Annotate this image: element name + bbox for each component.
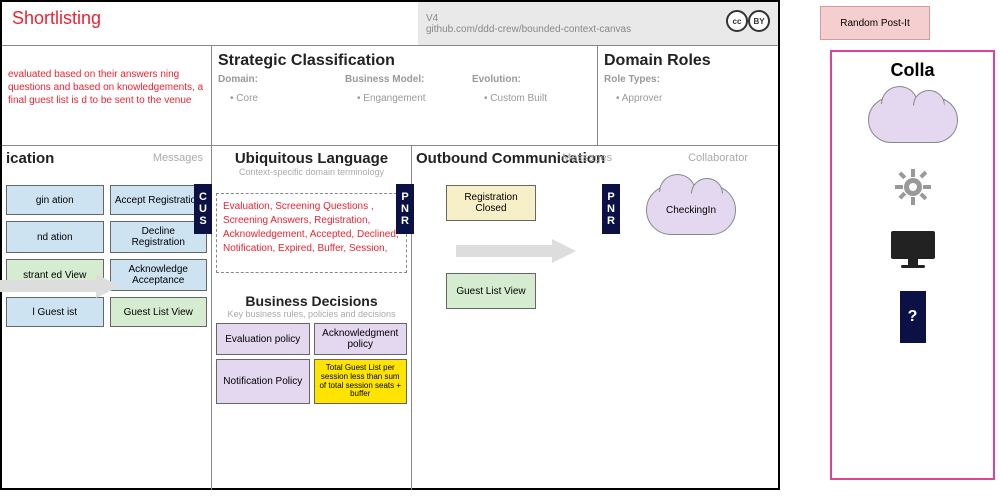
collab-panel-title: Colla: [840, 60, 985, 81]
ubiq-title: Ubiquitous Language: [216, 150, 407, 167]
canvas-title: Shortlisting: [12, 8, 408, 29]
card-guest-list[interactable]: l Guest ist: [6, 297, 104, 327]
pnr-bar-1: PNR: [396, 184, 414, 234]
ubiq-subtitle: Context-specific domain terminology: [216, 167, 407, 177]
card-buffer-rule[interactable]: Total Guest List per session less than s…: [314, 359, 408, 404]
role-types-label: Role Types:: [604, 74, 772, 85]
inbound-title: ication: [6, 150, 54, 167]
collaborator-panel: Colla ?: [830, 50, 995, 480]
domain-value: Core: [230, 93, 337, 104]
role-approver: Approver: [616, 93, 772, 104]
cloud-icon: [868, 97, 958, 143]
card-registration-closed[interactable]: Registration Closed: [446, 185, 536, 221]
card-end-registration[interactable]: nd ation: [6, 221, 104, 253]
evolution-label: Evolution:: [472, 74, 591, 85]
roles-title: Domain Roles: [604, 52, 772, 70]
card-accept-registration[interactable]: Accept Registration: [110, 185, 208, 215]
monitor-icon: [891, 231, 935, 267]
ubiquitous-language-column: Ubiquitous Language Context-specific dom…: [212, 146, 412, 490]
classification-row: evaluated based on their answers ning qu…: [2, 46, 778, 146]
outbound-area: Registration Closed Guest List View Chec…: [416, 185, 774, 309]
domain-roles: Domain Roles Role Types: Approver: [598, 46, 778, 145]
pnr-bar-2: PNR: [602, 184, 620, 234]
card-notification-policy[interactable]: Notification Policy: [216, 359, 310, 404]
strat-title: Strategic Classification: [218, 52, 591, 70]
collaborator-label: Collaborator: [688, 152, 748, 164]
title-box: Shortlisting: [2, 2, 418, 45]
ubiq-terms: Evaluation, Screening Questions , Screen…: [216, 193, 407, 273]
gear-icon: [893, 167, 933, 207]
evolution-value: Custom Built: [484, 93, 591, 104]
card-evaluation-policy[interactable]: Evaluation policy: [216, 323, 310, 355]
card-begin-registration[interactable]: gin ation: [6, 185, 104, 215]
card-acknowledgment-policy[interactable]: Acknowledgment policy: [314, 323, 408, 355]
cc-license-icon: cc BY: [726, 10, 770, 32]
header-row: Shortlisting V4 github.com/ddd-crew/boun…: [2, 2, 778, 46]
source-url: github.com/ddd-crew/bounded-context-canv…: [426, 24, 631, 35]
version-label: V4: [426, 13, 631, 24]
bounded-context-canvas: Shortlisting V4 github.com/ddd-crew/boun…: [0, 0, 780, 490]
card-guest-list-view[interactable]: Guest List View: [110, 297, 208, 327]
meta-box: V4 github.com/ddd-crew/bounded-context-c…: [418, 2, 778, 45]
domain-label: Domain:: [218, 74, 337, 85]
random-postit[interactable]: Random Post-It: [820, 6, 930, 40]
card-guest-list-view-out[interactable]: Guest List View: [446, 273, 536, 309]
inbound-messages-label: Messages: [153, 152, 203, 164]
inbound-column: ication Messages gin ation Accept Regist…: [2, 146, 212, 490]
meta-text: V4 github.com/ddd-crew/bounded-context-c…: [426, 13, 631, 35]
card-decline-registration[interactable]: Decline Registration: [110, 221, 208, 253]
collaborator-checkingin[interactable]: CheckingIn: [646, 185, 736, 235]
outbound-messages-label: Messages: [562, 152, 612, 164]
question-box: ?: [900, 291, 926, 343]
business-decisions-title: Business Decisions: [216, 293, 407, 309]
inbound-cards: gin ation Accept Registration nd ation D…: [6, 185, 207, 327]
outbound-arrow-icon: [456, 239, 576, 263]
model-label: Business Model:: [345, 74, 464, 85]
business-decisions-grid: Evaluation policy Acknowledgment policy …: [216, 323, 407, 404]
business-decisions-subtitle: Key business rules, policies and decisio…: [216, 309, 407, 319]
icon-column: ?: [840, 97, 985, 343]
cus-bar: CUS: [194, 184, 212, 234]
model-value: Engangement: [357, 93, 464, 104]
strat-columns: Domain: Core Business Model: Engangement…: [218, 74, 591, 104]
main-area: CUS PNR PNR ication Messages gin ation A…: [2, 146, 778, 490]
strategic-classification: Strategic Classification Domain: Core Bu…: [212, 46, 598, 145]
description-box: evaluated based on their answers ning qu…: [2, 46, 212, 145]
description-text: evaluated based on their answers ning qu…: [8, 68, 205, 107]
card-acknowledge-acceptance[interactable]: Acknowledge Acceptance: [110, 259, 208, 291]
outbound-column: Outbound Communication Messages Collabor…: [412, 146, 778, 490]
